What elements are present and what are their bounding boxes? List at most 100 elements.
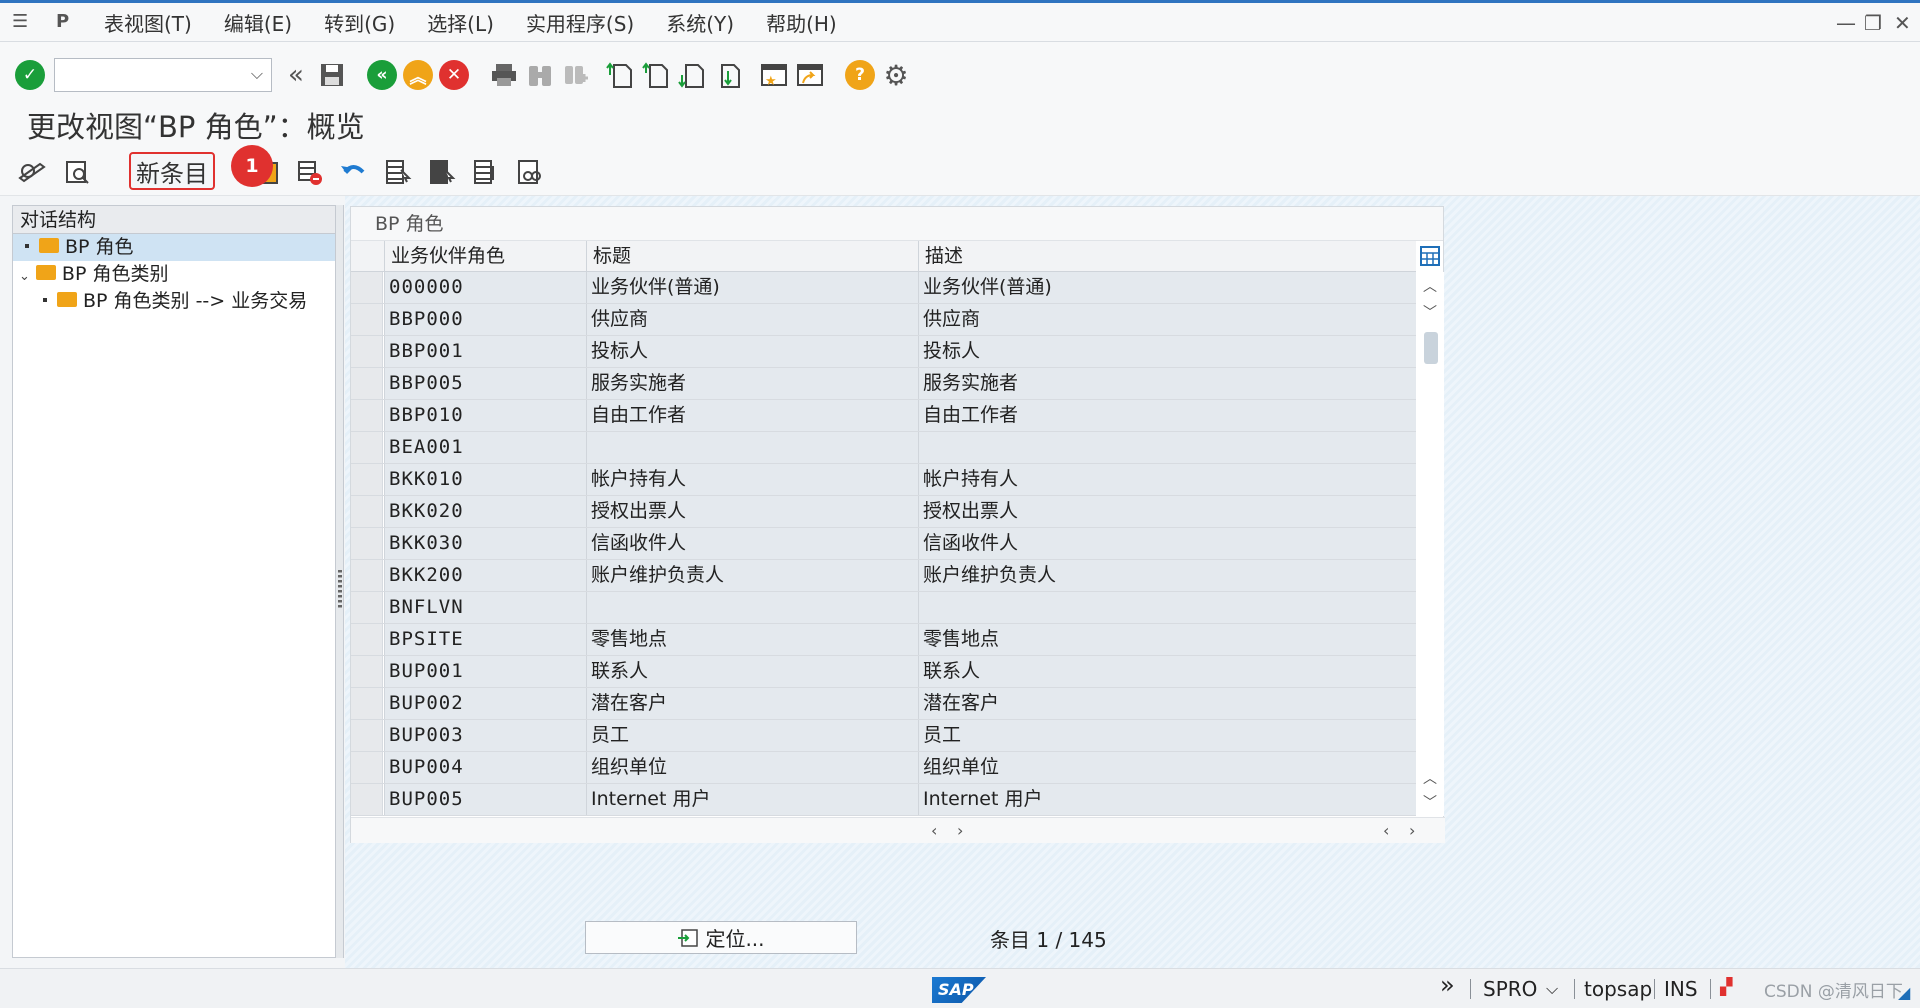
- menu-utilities[interactable]: 实用程序(S): [526, 8, 634, 37]
- cell-description[interactable]: [918, 592, 1416, 623]
- cell-bp-role[interactable]: BKK010: [384, 464, 586, 495]
- scroll-down-icon[interactable]: ﹀: [1423, 302, 1437, 322]
- row-selector[interactable]: [351, 304, 383, 335]
- cell-description[interactable]: 组织单位: [918, 752, 1416, 783]
- print-icon[interactable]: [486, 57, 522, 93]
- find-icon[interactable]: [522, 57, 558, 93]
- column-header-title[interactable]: 标题: [586, 241, 918, 272]
- cell-title[interactable]: 潜在客户: [586, 688, 918, 719]
- cell-description[interactable]: 帐户持有人: [918, 464, 1416, 495]
- cell-bp-role[interactable]: BPSITE: [384, 624, 586, 655]
- table-row[interactable]: BUP005 Internet 用户 Internet 用户: [351, 784, 1416, 816]
- table-settings-icon[interactable]: [1419, 243, 1441, 269]
- row-selector[interactable]: [351, 624, 383, 655]
- cancel-icon[interactable]: ✕: [436, 57, 472, 93]
- resize-grip-icon[interactable]: ◢: [1898, 983, 1910, 1002]
- cell-bp-role[interactable]: BUP001: [384, 656, 586, 687]
- table-row[interactable]: BBP005 服务实施者 服务实施者: [351, 368, 1416, 400]
- print-list-icon[interactable]: [514, 156, 546, 188]
- find-next-icon[interactable]: [558, 57, 594, 93]
- menu-table-view[interactable]: 表视图(T): [104, 8, 192, 37]
- cell-title[interactable]: [586, 432, 918, 463]
- cell-title[interactable]: 零售地点: [586, 624, 918, 655]
- cell-bp-role[interactable]: BKK020: [384, 496, 586, 527]
- cell-bp-role[interactable]: BBP010: [384, 400, 586, 431]
- cell-title[interactable]: 联系人: [586, 656, 918, 687]
- panel-splitter[interactable]: [336, 205, 344, 958]
- position-button[interactable]: 定位...: [585, 921, 857, 954]
- select-all-icon[interactable]: [382, 156, 414, 188]
- vertical-scrollbar[interactable]: ︿ ﹀ ︿ ﹀: [1418, 272, 1444, 816]
- column-header-bp-role[interactable]: 业务伙伴角色: [384, 241, 586, 272]
- double-chevron-right-icon[interactable]: »: [1440, 971, 1455, 999]
- cell-bp-role[interactable]: BEA001: [384, 432, 586, 463]
- row-selector[interactable]: [351, 528, 383, 559]
- row-selector[interactable]: [351, 496, 383, 527]
- exit-icon[interactable]: ︽: [400, 57, 436, 93]
- cell-bp-role[interactable]: BBP000: [384, 304, 586, 335]
- row-selector[interactable]: [351, 368, 383, 399]
- table-row[interactable]: BKK030 信函收件人 信函收件人: [351, 528, 1416, 560]
- cell-title[interactable]: 业务伙伴(普通): [586, 272, 918, 303]
- menu-system[interactable]: 系统(Y): [666, 8, 734, 37]
- first-page-icon[interactable]: [602, 57, 638, 93]
- row-selector[interactable]: [351, 272, 383, 303]
- cell-description[interactable]: 供应商: [918, 304, 1416, 335]
- cell-bp-role[interactable]: BBP001: [384, 336, 586, 367]
- tree-item-bp-role-category[interactable]: ⌄ BP 角色类别: [13, 261, 335, 288]
- back-icon[interactable]: «: [364, 57, 400, 93]
- tree-item-role-category-business-transaction[interactable]: BP 角色类别 --> 业务交易: [13, 288, 335, 315]
- scroll-right-icon[interactable]: ›: [957, 821, 963, 840]
- generate-shortcut-icon[interactable]: [792, 57, 828, 93]
- delete-icon[interactable]: [294, 156, 326, 188]
- cell-title[interactable]: 供应商: [586, 304, 918, 335]
- tree-item-bp-role[interactable]: BP 角色: [13, 234, 335, 261]
- save-icon[interactable]: [314, 57, 350, 93]
- row-selector[interactable]: [351, 688, 383, 719]
- deselect-all-icon[interactable]: [470, 156, 502, 188]
- table-row[interactable]: BUP001 联系人 联系人: [351, 656, 1416, 688]
- chevron-down-icon[interactable]: ⌵: [251, 64, 263, 84]
- cell-bp-role[interactable]: BUP005: [384, 784, 586, 815]
- cell-description[interactable]: 投标人: [918, 336, 1416, 367]
- minimize-icon[interactable]: —: [1836, 11, 1856, 35]
- next-page-icon[interactable]: [674, 57, 710, 93]
- chevron-down-icon[interactable]: ⌄: [19, 269, 30, 284]
- cell-title[interactable]: 帐户持有人: [586, 464, 918, 495]
- scroll-up-icon[interactable]: ︿: [1423, 276, 1437, 296]
- cell-title[interactable]: 授权出票人: [586, 496, 918, 527]
- scroll-page-up-icon[interactable]: ︿: [1423, 768, 1437, 788]
- previous-page-icon[interactable]: [638, 57, 674, 93]
- cell-description[interactable]: 员工: [918, 720, 1416, 751]
- table-row[interactable]: BBP001 投标人 投标人: [351, 336, 1416, 368]
- cell-description[interactable]: 自由工作者: [918, 400, 1416, 431]
- scroll-left-end-icon[interactable]: ‹: [1383, 821, 1389, 840]
- chevron-down-icon[interactable]: ⌵: [1546, 979, 1558, 999]
- table-row[interactable]: BBP010 自由工作者 自由工作者: [351, 400, 1416, 432]
- close-window-icon[interactable]: ✕: [1894, 11, 1911, 35]
- row-selector[interactable]: [351, 656, 383, 687]
- cell-bp-role[interactable]: BBP005: [384, 368, 586, 399]
- cell-description[interactable]: 账户维护负责人: [918, 560, 1416, 591]
- cell-title[interactable]: Internet 用户: [586, 784, 918, 815]
- row-selector[interactable]: [351, 720, 383, 751]
- cell-title[interactable]: 组织单位: [586, 752, 918, 783]
- row-selector[interactable]: [351, 592, 383, 623]
- cell-description[interactable]: 授权出票人: [918, 496, 1416, 527]
- splitter-grip[interactable]: [338, 570, 342, 610]
- system-menu-icon[interactable]: ☰: [12, 13, 34, 31]
- table-row[interactable]: 000000 业务伙伴(普通) 业务伙伴(普通): [351, 272, 1416, 304]
- cell-bp-role[interactable]: BKK030: [384, 528, 586, 559]
- table-row[interactable]: BKK200 账户维护负责人 账户维护负责人: [351, 560, 1416, 592]
- scrollbar-thumb[interactable]: [1424, 332, 1438, 364]
- table-row[interactable]: BUP003 员工 员工: [351, 720, 1416, 752]
- cell-description[interactable]: 业务伙伴(普通): [918, 272, 1416, 303]
- row-selector[interactable]: [351, 400, 383, 431]
- table-row[interactable]: BKK020 授权出票人 授权出票人: [351, 496, 1416, 528]
- cell-bp-role[interactable]: 000000: [384, 272, 586, 303]
- undo-change-icon[interactable]: [338, 156, 370, 188]
- scroll-left-icon[interactable]: ‹: [931, 821, 937, 840]
- table-row[interactable]: BUP004 组织单位 组织单位: [351, 752, 1416, 784]
- menu-goto[interactable]: 转到(G): [324, 8, 395, 37]
- customize-layout-icon[interactable]: ⚙: [878, 57, 914, 93]
